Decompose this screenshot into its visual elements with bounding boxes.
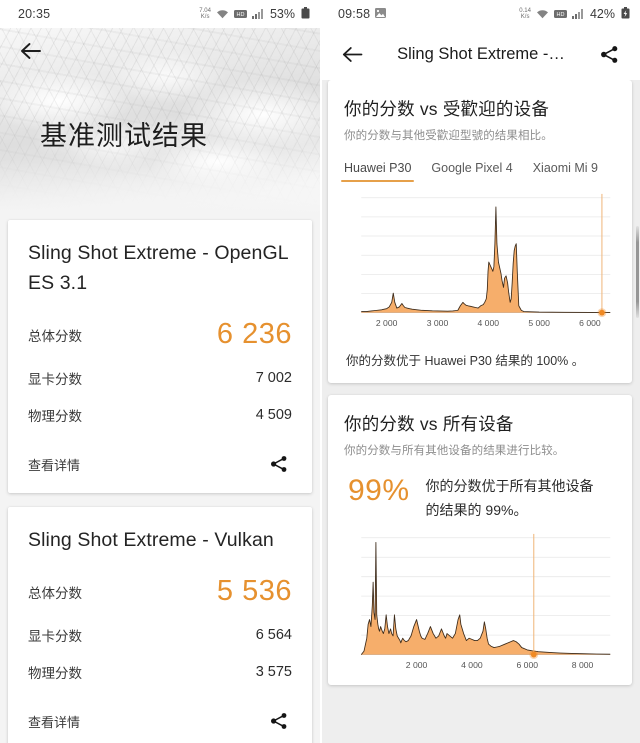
physics-score-row: 物理分数 4 509: [28, 405, 292, 425]
wifi-icon: [216, 9, 229, 19]
vertical-scrollbar[interactable]: [636, 226, 639, 318]
hd-icon: HD: [233, 10, 247, 18]
svg-text:8 000: 8 000: [572, 660, 594, 670]
svg-text:5 000: 5 000: [528, 318, 550, 328]
share-icon[interactable]: [266, 451, 292, 477]
svg-text:2 000: 2 000: [376, 318, 398, 328]
physics-score-label: 物理分数: [28, 409, 82, 424]
data-rate-icon: 0.14 K/s: [519, 8, 531, 20]
overall-score-row: 总体分数 6 236: [28, 318, 292, 351]
distribution-chart-svg: 2 000 3 000 4 000 5 000 6 000: [361, 193, 611, 328]
battery-percent: 53%: [269, 7, 295, 21]
view-details-link[interactable]: 查看详情: [28, 455, 80, 474]
hd-icon: HD: [553, 10, 567, 18]
panel-divider: [320, 0, 322, 743]
result-card-vulkan[interactable]: Sling Shot Extreme - Vulkan 总体分数 5 536 显…: [8, 507, 312, 743]
card-popular-devices: 你的分数 vs 受歡迎的设备 你的分数与其他受歡迎型號的结果相比。 Huawei…: [328, 80, 632, 383]
chart-all-distribution[interactable]: 2 000 4 000 6 000 8 000: [344, 532, 616, 676]
result-card-title: Sling Shot Extreme - OpenGL ES 3.1: [28, 242, 288, 294]
share-icon[interactable]: [594, 39, 624, 69]
svg-text:HD: HD: [556, 12, 564, 18]
signal-icon: [571, 9, 584, 19]
card-all-devices: 你的分数 vs 所有设备 你的分数与所有其他设备的结果进行比较。 99% 你的分…: [328, 394, 632, 686]
page-title: 基准测试结果: [40, 121, 208, 151]
svg-text:4 000: 4 000: [478, 318, 500, 328]
physics-score-value: 3 575: [255, 664, 292, 680]
overall-score-label: 总体分数: [28, 328, 82, 344]
tab-huawei-p30[interactable]: Huawei P30: [340, 161, 415, 182]
percentile-value: 99%: [348, 473, 410, 507]
svg-text:3 000: 3 000: [427, 318, 449, 328]
graphics-score-value: 7 002: [255, 370, 292, 386]
status-time: 09:58: [338, 7, 371, 21]
dual-phone-screenshot: 20:35 7.04 K/s HD 53% 基准测试结果 Sling Shot …: [0, 0, 640, 743]
app-bar-title: Sling Shot Extreme -…: [397, 44, 565, 63]
share-icon[interactable]: [266, 708, 292, 734]
left-status-bar: 20:35 7.04 K/s HD 53%: [0, 0, 320, 28]
svg-text:6 000: 6 000: [579, 318, 601, 328]
graphics-score-row: 显卡分数 6 564: [28, 625, 292, 645]
svg-text:2 000: 2 000: [406, 660, 428, 670]
svg-text:6 000: 6 000: [516, 660, 538, 670]
screenshot-icon: [375, 7, 387, 21]
right-status-bar: 09:58 0.14 K/s HD 42%: [320, 0, 640, 28]
tab-google-pixel-4[interactable]: Google Pixel 4: [431, 161, 512, 182]
comparison-note: 你的分数优于 Huawei P30 结果的 100% 。: [346, 353, 585, 368]
chart-popular-distribution[interactable]: 2 000 3 000 4 000 5 000 6 000: [344, 192, 616, 334]
benchmark-hero-header: 基准测试结果: [0, 28, 320, 220]
card-subtitle: 你的分数与其他受歡迎型號的结果相比。: [344, 130, 553, 142]
svg-text:HD: HD: [236, 12, 244, 18]
view-details-link[interactable]: 查看详情: [28, 712, 80, 731]
status-time: 20:35: [18, 7, 51, 21]
percentile-summary: 99% 你的分数优于所有其他设备的结果的 99%。: [344, 474, 616, 522]
result-card-footer: 查看详情: [28, 708, 292, 742]
benchmark-results-list: Sling Shot Extreme - OpenGL ES 3.1 总体分数 …: [0, 220, 320, 743]
battery-icon: [301, 6, 310, 22]
battery-charging-icon: [621, 6, 630, 22]
overall-score-row: 总体分数 5 536: [28, 575, 292, 608]
result-card-opengl[interactable]: Sling Shot Extreme - OpenGL ES 3.1 总体分数 …: [8, 220, 312, 493]
status-icons: 0.14 K/s HD 42%: [519, 6, 630, 22]
tab-xiaomi-mi-9[interactable]: Xiaomi Mi 9: [533, 161, 598, 182]
card-title: 你的分数 vs 所有设备: [344, 413, 514, 434]
signal-icon: [251, 9, 264, 19]
graphics-score-label: 显卡分数: [28, 372, 82, 387]
card-subtitle: 你的分数与所有其他设备的结果进行比较。: [344, 444, 565, 457]
left-phone-panel: 20:35 7.04 K/s HD 53% 基准测试结果 Sling Shot …: [0, 0, 320, 743]
svg-text:4 000: 4 000: [461, 660, 483, 670]
wifi-icon: [536, 9, 549, 19]
battery-percent: 42%: [589, 7, 615, 21]
physics-score-row: 物理分数 3 575: [28, 662, 292, 682]
overall-score-value: 6 236: [216, 318, 292, 350]
status-icons: 7.04 K/s HD 53%: [199, 6, 310, 22]
physics-score-value: 4 509: [255, 407, 292, 423]
data-rate-icon: 7.04 K/s: [199, 8, 211, 20]
distribution-chart-svg: 2 000 4 000 6 000 8 000: [360, 533, 611, 670]
graphics-score-row: 显卡分数 7 002: [28, 368, 292, 388]
graphics-score-label: 显卡分数: [28, 629, 82, 644]
overall-score-value: 5 536: [216, 575, 292, 607]
graphics-score-value: 6 564: [255, 627, 292, 643]
percentile-description: 你的分数优于所有其他设备的结果的 99%。: [425, 477, 594, 518]
hero-bottom-fade: [0, 160, 320, 220]
overall-score-label: 总体分数: [28, 585, 82, 601]
card-title: 你的分数 vs 受歡迎的设备: [344, 99, 550, 119]
back-arrow-icon[interactable]: [336, 38, 368, 70]
back-arrow-icon[interactable]: [14, 34, 48, 68]
result-card-footer: 查看详情: [28, 451, 292, 485]
physics-score-label: 物理分数: [28, 666, 82, 681]
device-tabs: Huawei P30 Google Pixel 4 Xiaomi Mi 9: [340, 161, 616, 182]
app-bar: Sling Shot Extreme -…: [320, 28, 640, 80]
result-card-title: Sling Shot Extreme - Vulkan: [28, 529, 274, 551]
right-phone-panel: 09:58 0.14 K/s HD 42% Sling Shot Extreme…: [320, 0, 640, 743]
